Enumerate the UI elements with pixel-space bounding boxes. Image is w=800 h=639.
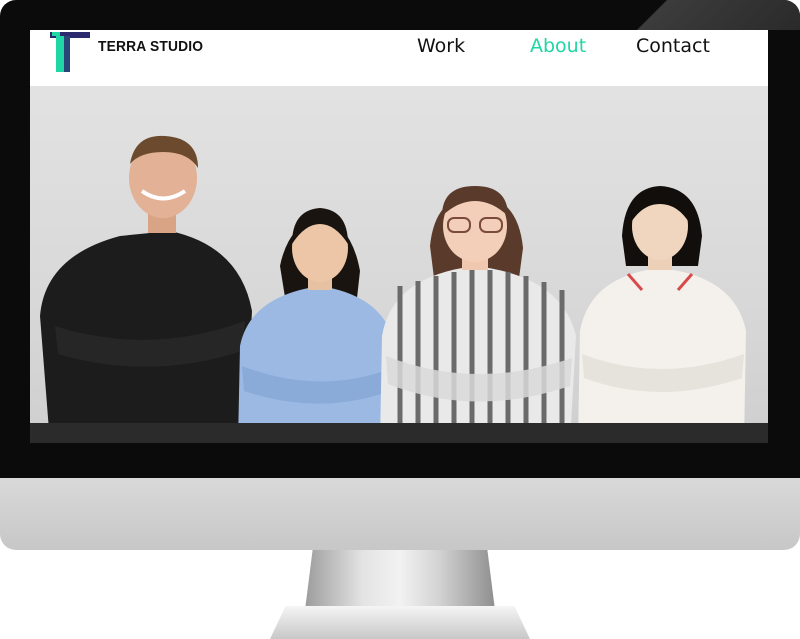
monitor-stand [305,550,495,610]
monitor-foot [270,606,530,639]
team-member-3 [380,186,576,443]
monitor-mockup: TERRA STUDIO Work About Contact [0,0,800,639]
terra-logo-icon[interactable] [42,32,92,72]
team-member-1 [40,135,252,443]
screen-glare [630,0,800,30]
team-photo [30,86,768,443]
team-member-2 [238,208,395,443]
brand-name[interactable]: TERRA STUDIO [98,38,203,55]
monitor-chin [0,478,800,550]
team-illustration [40,135,746,443]
site-header: TERRA STUDIO Work About Contact [30,30,768,86]
team-member-4 [578,186,746,443]
photo-floor-shadow [30,423,768,443]
website-screen: TERRA STUDIO Work About Contact [30,30,768,443]
nav-contact-link[interactable]: Contact [636,35,710,57]
nav-about-link[interactable]: About [530,35,586,57]
nav-work-link[interactable]: Work [417,35,465,57]
